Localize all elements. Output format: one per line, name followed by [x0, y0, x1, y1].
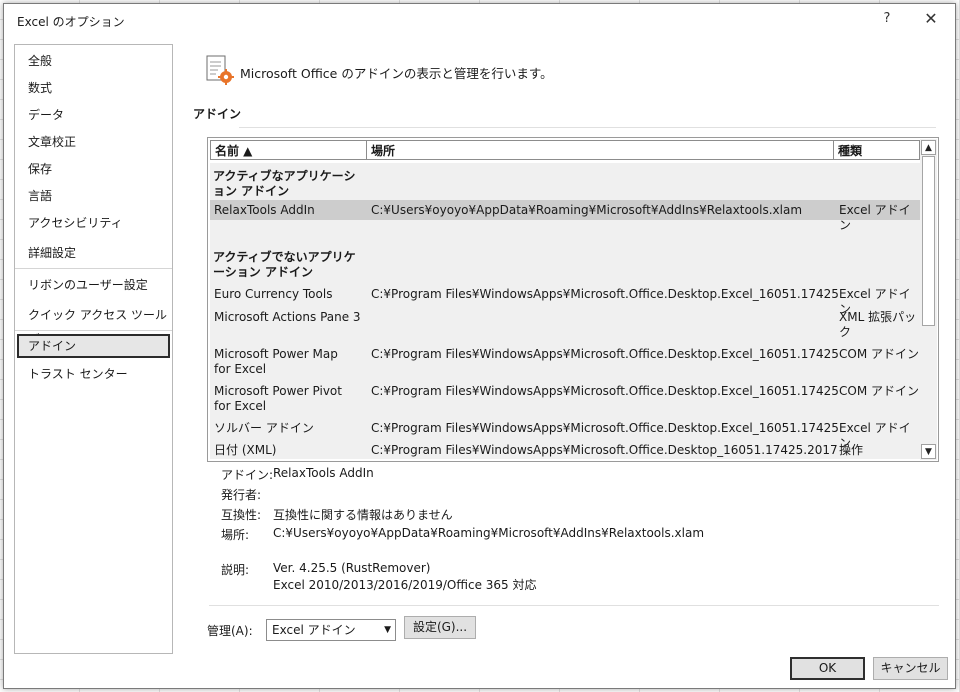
- nav-item-customize-ribbon[interactable]: リボンのユーザー設定: [17, 273, 170, 297]
- scroll-up-icon[interactable]: ▲: [921, 140, 936, 155]
- column-header-name[interactable]: 名前 ▲: [210, 140, 367, 160]
- cell-location: C:¥Program Files¥WindowsApps¥Microsoft.O…: [371, 287, 839, 301]
- chevron-down-icon: ▼: [384, 625, 391, 635]
- cell-type: 操作: [839, 443, 864, 457]
- cell-type: Excel アドイン: [839, 203, 911, 232]
- detail-addin-label: アドイン:: [221, 468, 274, 482]
- manage-dropdown-value: Excel アドイン: [272, 623, 356, 637]
- nav-separator: [15, 330, 172, 331]
- nav-item-trust-center[interactable]: トラスト センター: [17, 362, 170, 386]
- help-button[interactable]: ?: [877, 9, 897, 29]
- settings-button[interactable]: 設定(G)...: [404, 616, 476, 639]
- table-row[interactable]: Microsoft Power Map for Excel C:¥Program…: [210, 344, 921, 378]
- scroll-down-icon[interactable]: ▼: [921, 444, 936, 459]
- detail-addin-value: RelaxTools AddIn: [273, 466, 374, 480]
- nav-item-general[interactable]: 全般: [17, 49, 170, 73]
- column-header-location[interactable]: 場所: [366, 140, 834, 160]
- group-header-active: アクティブなアプリケーション アドイン: [213, 169, 356, 198]
- addins-gear-icon: [204, 54, 236, 86]
- table-scrollbar[interactable]: ▲ ▼: [920, 139, 937, 460]
- scroll-thumb[interactable]: [922, 156, 935, 326]
- table-row[interactable]: ソルバー アドイン C:¥Program Files¥WindowsApps¥M…: [210, 418, 921, 450]
- detail-location-label: 場所:: [221, 528, 250, 542]
- detail-description-label: 説明:: [221, 563, 250, 577]
- table-row[interactable]: RelaxTools AddIn C:¥Users¥oyoyo¥AppData¥…: [210, 200, 921, 232]
- manage-dropdown[interactable]: Excel アドイン ▼: [266, 619, 396, 641]
- cell-name: Euro Currency Tools: [214, 287, 333, 301]
- cell-name: RelaxTools AddIn: [214, 203, 315, 217]
- header-description: Microsoft Office のアドインの表示と管理を行います。: [240, 66, 553, 81]
- cancel-button[interactable]: キャンセル: [873, 657, 948, 680]
- options-dialog: Excel のオプション ? ✕ 全般 数式 データ 文章校正 保存 言語 アク…: [3, 3, 956, 689]
- cell-name: 日付 (XML): [214, 443, 277, 457]
- manage-label: 管理(A):: [207, 624, 253, 638]
- addins-table: 名前 ▲ 場所 種類 アクティブなアプリケーション アドイン RelaxTool…: [207, 137, 939, 462]
- cell-location: C:¥Program Files¥WindowsApps¥Microsoft.O…: [371, 421, 839, 435]
- nav-item-advanced[interactable]: 詳細設定: [17, 241, 170, 265]
- table-row[interactable]: Microsoft Actions Pane 3 XML 拡張パック: [210, 307, 921, 341]
- table-row[interactable]: Euro Currency Tools C:¥Program Files¥Win…: [210, 284, 921, 316]
- nav-item-addins[interactable]: アドイン: [17, 334, 170, 358]
- detail-compat-label: 互換性:: [221, 508, 262, 522]
- cell-type: XML 拡張パック: [839, 310, 917, 339]
- cell-location: C:¥Program Files¥WindowsApps¥Microsoft.O…: [371, 443, 838, 457]
- section-title: アドイン: [193, 107, 242, 121]
- nav-item-language[interactable]: 言語: [17, 184, 170, 208]
- detail-description-line1: Ver. 4.25.5 (RustRemover): [273, 561, 431, 575]
- nav-item-accessibility[interactable]: アクセシビリティ: [17, 211, 170, 235]
- nav-item-save[interactable]: 保存: [17, 157, 170, 181]
- detail-compat-value: 互換性に関する情報はありません: [273, 508, 453, 522]
- cell-location: C:¥Program Files¥WindowsApps¥Microsoft.O…: [371, 384, 839, 398]
- cell-type: COM アドイン: [839, 347, 919, 361]
- options-nav: 全般 数式 データ 文章校正 保存 言語 アクセシビリティ 詳細設定 リボンのユ…: [14, 44, 173, 654]
- detail-publisher-label: 発行者:: [221, 488, 262, 502]
- cell-location: C:¥Users¥oyoyo¥AppData¥Roaming¥Microsoft…: [371, 203, 803, 217]
- detail-location-value: C:¥Users¥oyoyo¥AppData¥Roaming¥Microsoft…: [273, 526, 705, 540]
- nav-item-quick-access-toolbar[interactable]: クイック アクセス ツール バー: [17, 303, 170, 346]
- table-body: アクティブなアプリケーション アドイン RelaxTools AddIn C:¥…: [210, 163, 921, 459]
- group-header-inactive: アクティブでないアプリケーション アドイン: [213, 250, 356, 279]
- cell-location: C:¥Program Files¥WindowsApps¥Microsoft.O…: [371, 347, 839, 361]
- dialog-title: Excel のオプション: [17, 15, 125, 29]
- nav-item-proofing[interactable]: 文章校正: [17, 130, 170, 154]
- close-button[interactable]: ✕: [921, 9, 941, 29]
- cell-name: ソルバー アドイン: [214, 421, 314, 435]
- column-header-type[interactable]: 種類: [833, 140, 920, 160]
- table-header: 名前 ▲ 場所 種類: [210, 140, 921, 161]
- ok-button[interactable]: OK: [790, 657, 865, 680]
- cell-type: COM アドイン: [839, 384, 919, 398]
- nav-item-data[interactable]: データ: [17, 103, 170, 127]
- section-divider: [239, 127, 936, 128]
- nav-separator: [15, 268, 172, 269]
- table-row[interactable]: Microsoft Power Pivot for Excel C:¥Progr…: [210, 381, 921, 415]
- cell-name: Microsoft Actions Pane 3: [214, 310, 361, 324]
- cell-name: Microsoft Power Pivot for Excel: [214, 384, 342, 413]
- cell-name: Microsoft Power Map for Excel: [214, 347, 338, 376]
- detail-description-line2: Excel 2010/2013/2016/2019/Office 365 対応: [273, 578, 537, 592]
- table-row[interactable]: 日付 (XML) C:¥Program Files¥WindowsApps¥Mi…: [210, 440, 921, 460]
- nav-item-formulas[interactable]: 数式: [17, 76, 170, 100]
- bottom-divider: [209, 605, 939, 606]
